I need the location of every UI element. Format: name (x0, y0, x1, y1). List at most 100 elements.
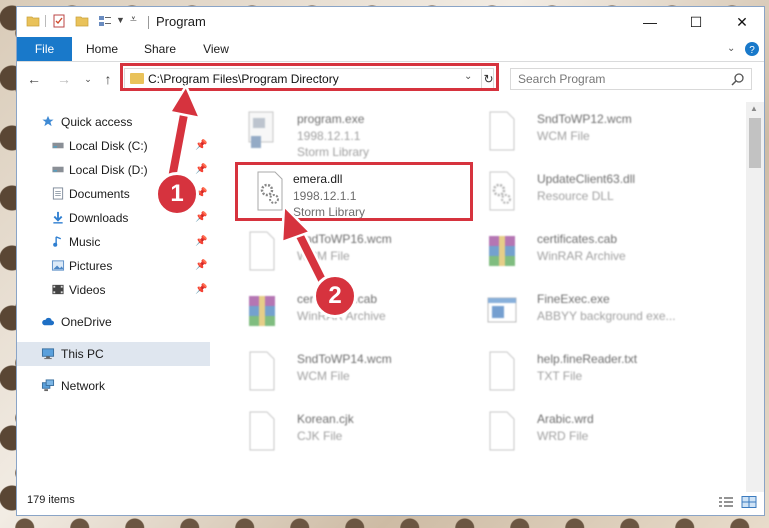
file-name: SndToWP14.wcm (297, 352, 392, 366)
close-button[interactable]: ✕ (719, 7, 764, 37)
address-bar[interactable]: C:\Program Files\Program Directory ⌄ ↻ (124, 68, 494, 90)
sidebar-item-music[interactable]: Music 📌 (17, 230, 210, 254)
file-type: ABBYY background exe... (537, 309, 676, 323)
customize-icon[interactable]: ⩡ (130, 12, 137, 27)
file-description: Storm Library (297, 145, 370, 159)
back-button[interactable]: ← (25, 70, 43, 88)
navigation-bar: ← → ⌄ ↑ C:\Program Files\Program Directo… (17, 62, 764, 96)
item-count: 179 items (27, 494, 75, 506)
dll-gear-icon (257, 171, 283, 211)
vertical-scrollbar[interactable]: ▲ (746, 102, 764, 492)
forward-button[interactable]: → (55, 70, 73, 88)
sidebar-item-quick-access[interactable]: Quick access (17, 110, 210, 134)
file-type: TXT File (537, 369, 583, 383)
tab-share[interactable]: Share (135, 37, 185, 61)
minimize-button[interactable]: — (627, 7, 673, 37)
qa-dropdown-icon[interactable]: ▼ (116, 15, 125, 25)
archive-icon (489, 236, 515, 266)
file-type: WCM File (537, 129, 590, 143)
pin-icon[interactable]: 📌 (195, 284, 207, 295)
file-item[interactable]: FineExec.exe ABBYY background exe... (477, 286, 707, 346)
step-badge-1: 1 (155, 172, 199, 216)
help-icon[interactable]: ? (744, 41, 760, 57)
file-item[interactable]: certificates.cab WinRAR Archive (477, 226, 707, 286)
recent-locations-icon[interactable]: ⌄ (79, 70, 97, 88)
pin-icon[interactable]: 📌 (195, 260, 207, 271)
cloud-icon (42, 317, 55, 326)
drive-icon (52, 142, 64, 149)
file-list: program.exe 1998.12.1.1 Storm Library Sn… (225, 102, 745, 492)
file-item[interactable]: UpdateClient63.dll Resource DLL (477, 166, 707, 226)
search-input[interactable]: Search Program (518, 72, 605, 86)
file-item[interactable]: SndToWP14.wcm WCM File (237, 346, 467, 406)
documents-icon (52, 187, 64, 200)
pin-icon[interactable]: 📌 (195, 140, 207, 151)
maximize-button[interactable]: ☐ (673, 7, 719, 37)
search-icon[interactable] (731, 72, 745, 86)
address-path[interactable]: C:\Program Files\Program Directory (148, 72, 339, 86)
file-name: help.fineReader.txt (537, 352, 638, 366)
file-item[interactable]: program.exe 1998.12.1.1 Storm Library (237, 106, 467, 166)
sidebar-item-label: Videos (69, 283, 106, 297)
file-type: CJK File (297, 429, 343, 443)
tab-view[interactable]: View (191, 37, 241, 61)
blank-file-icon (489, 351, 515, 391)
sidebar-item-label: Local Disk (C:) (69, 139, 148, 153)
sidebar-item-videos[interactable]: Videos 📌 (17, 278, 210, 302)
file-type: WCM File (297, 369, 350, 383)
refresh-button[interactable]: ↻ (481, 69, 495, 89)
file-explorer-window: ▼ ⩡ Program — ☐ ✕ File Home Share View ⌄… (16, 6, 765, 516)
search-box[interactable]: Search Program (510, 68, 752, 90)
sidebar-item-label: Music (69, 235, 101, 249)
expand-ribbon-icon[interactable]: ⌄ (727, 43, 735, 54)
file-item[interactable]: SndToWP16.wcm WCM File (237, 226, 467, 286)
sidebar-item-onedrive[interactable]: OneDrive (17, 310, 210, 334)
sidebar-item-label: Quick access (61, 115, 133, 129)
status-bar: 179 items (17, 491, 764, 515)
sidebar-item-label: This PC (61, 347, 104, 361)
sidebar-item-network[interactable]: Network (17, 374, 210, 398)
file-name: SndToWP12.wcm (537, 112, 632, 126)
blank-file-icon (489, 111, 515, 151)
star-icon (42, 115, 54, 127)
sidebar-item-label: Downloads (69, 211, 129, 225)
sidebar-item-label: Network (61, 379, 106, 393)
pin-icon[interactable]: 📌 (195, 236, 207, 247)
blank-file-icon (249, 411, 275, 451)
file-type: Resource DLL (537, 189, 614, 203)
large-icons-view-icon[interactable] (741, 496, 757, 508)
pin-icon[interactable]: 📌 (195, 212, 207, 223)
tab-file[interactable]: File (17, 37, 72, 61)
file-name: emera.dll (293, 172, 343, 186)
drive-icon (52, 166, 64, 173)
pictures-icon (51, 260, 65, 271)
sidebar-item-label: Documents (69, 187, 130, 201)
file-name: SndToWP16.wcm (297, 232, 392, 246)
file-item[interactable]: SndToWP12.wcm WCM File (477, 106, 707, 166)
details-view-icon[interactable] (718, 496, 734, 508)
address-dropdown-icon[interactable]: ⌄ (464, 71, 472, 82)
sidebar-item-local-disk-c[interactable]: Local Disk (C:) 📌 (17, 134, 210, 158)
new-folder-icon[interactable] (75, 14, 89, 28)
file-type: WinRAR Archive (537, 249, 626, 263)
exe-icon (248, 111, 274, 148)
sidebar-item-label: Pictures (69, 259, 113, 273)
properties-icon[interactable] (52, 14, 66, 28)
tab-home[interactable]: Home (77, 37, 127, 61)
sidebar-item-pictures[interactable]: Pictures 📌 (17, 254, 210, 278)
view-options-icon[interactable] (98, 14, 112, 28)
file-type: WCM File (297, 249, 350, 263)
up-button[interactable]: ↑ (99, 70, 117, 88)
blank-file-icon (249, 231, 275, 271)
file-type: WRD File (537, 429, 589, 443)
title-bar: ▼ ⩡ Program — ☐ ✕ (17, 7, 764, 37)
scroll-up-icon[interactable]: ▲ (750, 104, 758, 113)
file-item[interactable]: Korean.cjk CJK File (237, 406, 467, 466)
scroll-thumb[interactable] (749, 118, 761, 168)
sidebar-item-this-pc[interactable]: This PC (17, 342, 210, 366)
sidebar-item-label: OneDrive (61, 315, 112, 329)
file-item[interactable]: help.fineReader.txt TXT File (477, 346, 707, 406)
file-item[interactable]: Arabic.wrd WRD File (477, 406, 707, 466)
pin-icon[interactable]: 📌 (195, 164, 207, 175)
file-item-emera-dll[interactable]: emera.dll 1998.12.1.1 Storm Library (245, 166, 475, 226)
